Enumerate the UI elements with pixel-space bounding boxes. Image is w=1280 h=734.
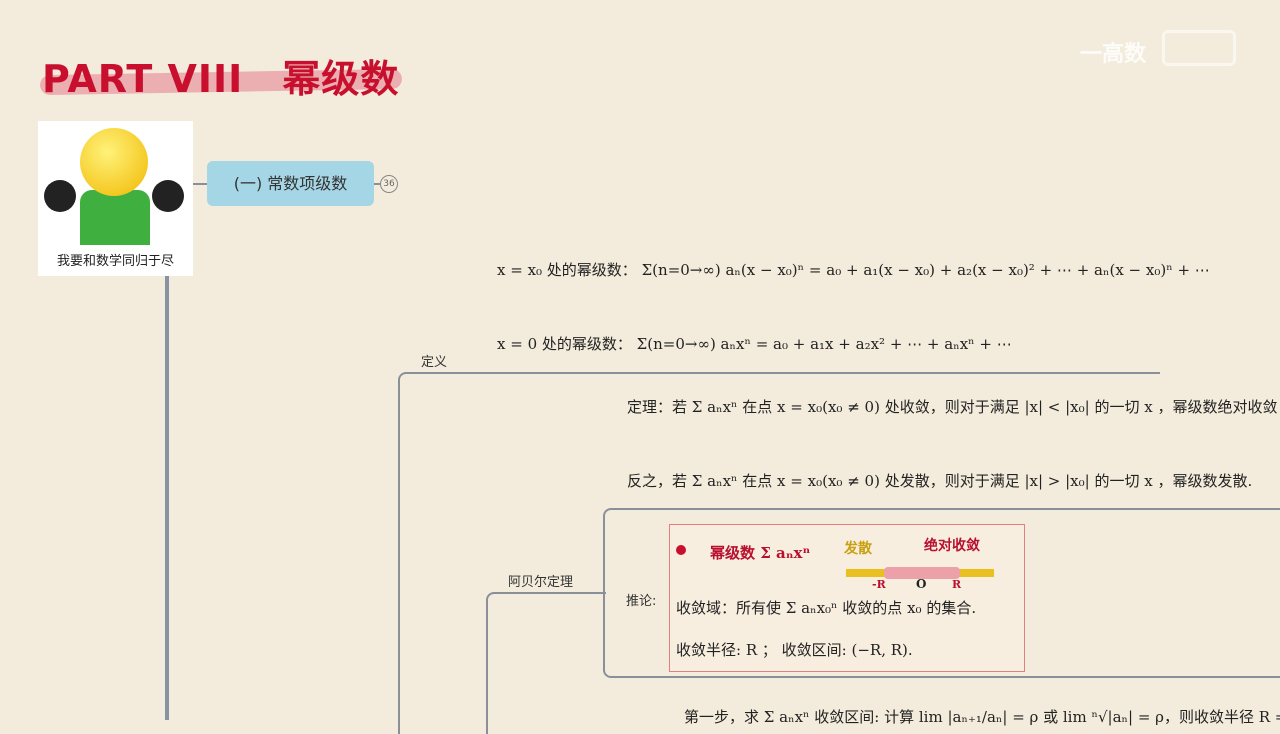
mindmap-trunk	[165, 276, 169, 720]
axis-label: -R	[872, 578, 886, 591]
step-one: 第一步，求 Σ aₙxⁿ 收敛区间: 计算 lim |aₙ₊₁/aₙ| = ρ …	[684, 708, 1280, 726]
smiley-face-icon	[80, 128, 148, 196]
convergence-domain: 收敛域：所有使 Σ aₙx₀ⁿ 收敛的点 x₀ 的集合.	[676, 599, 977, 617]
connector	[193, 183, 207, 185]
definition-zero: x = 0 处的幂级数： Σ(n=0→∞) aₙxⁿ = a₀ + a₁x + …	[497, 335, 1012, 353]
bomb-icon	[152, 180, 184, 212]
page-title: PART VIII 幂级数	[42, 57, 400, 101]
collapse-badge[interactable]: 36	[380, 175, 398, 193]
abel-theorem: 定理：若 Σ aₙxⁿ 在点 x = x₀(x₀ ≠ 0) 处收敛，则对于满足 …	[627, 398, 1278, 416]
convergence-radius: 收敛半径: R ； 收敛区间: (−R, R).	[676, 641, 913, 659]
abel-converse: 反之，若 Σ aₙxⁿ 在点 x = x₀(x₀ ≠ 0) 处发散，则对于满足 …	[627, 472, 1253, 490]
watermark: 一高数	[1080, 42, 1147, 67]
corollary-label: 推论:	[626, 594, 657, 609]
branch-abel-label[interactable]: 阿贝尔定理	[508, 571, 573, 590]
diverge-label: 发散	[844, 541, 872, 557]
bilibili-logo-icon	[1162, 30, 1236, 66]
branch-definition-label[interactable]: 定义	[421, 351, 447, 370]
axis-label: O	[916, 577, 927, 591]
corollary-head: 幂级数 Σ aₙxⁿ	[710, 544, 811, 562]
abs-converge-label: 绝对收敛	[924, 538, 980, 554]
axis-label: R	[952, 578, 962, 591]
avatar-caption: 我要和数学同归于尽	[56, 254, 174, 269]
node-constant-series[interactable]: (一) 常数项级数	[207, 161, 374, 206]
bullet-icon	[676, 545, 686, 555]
bomb-icon	[44, 180, 76, 212]
definition-general: x = x₀ 处的幂级数： Σ(n=0→∞) aₙ(x − x₀)ⁿ = a₀ …	[497, 261, 1210, 279]
branch-abel-line	[486, 592, 606, 734]
avatar-body	[80, 190, 150, 245]
